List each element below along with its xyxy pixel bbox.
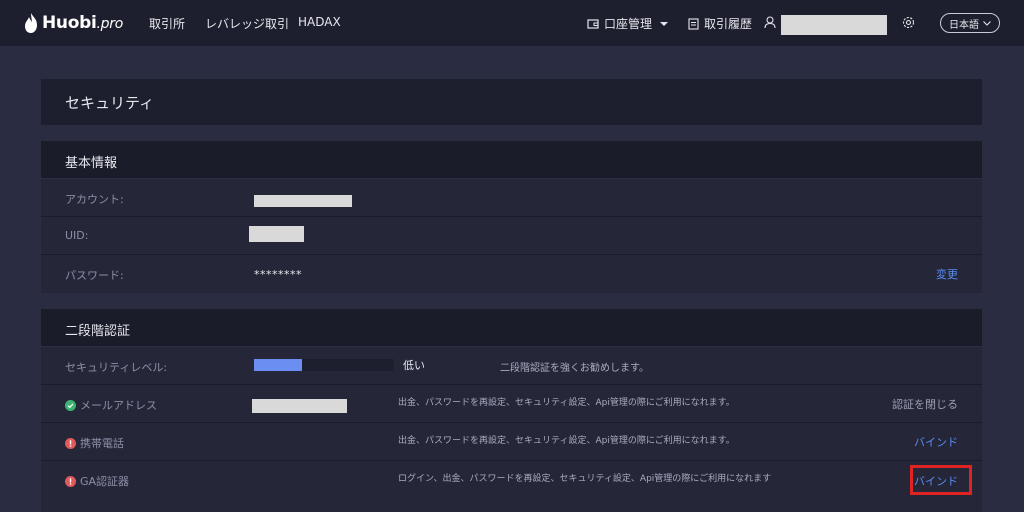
account-menu-label: 口座管理 xyxy=(604,17,653,31)
account-menu[interactable]: 口座管理 xyxy=(587,15,673,32)
uid-row: UID: xyxy=(41,217,982,255)
account-label: アカウント: xyxy=(65,193,124,206)
basic-info-body: アカウント: UID: パスワード: ******** 変更 xyxy=(41,179,982,293)
logo-main-text: Huobi xyxy=(42,13,97,33)
document-icon xyxy=(688,17,699,30)
email-description: 出金、パスワードを再設定、セキュリティ設定、Api管理の際にご利用になれます。 xyxy=(398,398,735,408)
language-label: 日本語 xyxy=(949,19,979,31)
flame-logo-icon xyxy=(25,13,37,33)
phone-description: 出金、パスワードを再設定、セキュリティ設定、Api管理の際にご利用になれます。 xyxy=(398,436,735,446)
account-row: アカウント: xyxy=(41,179,982,217)
two-factor-panel: 二段階認証 セキュリティレベル: 低い 二段階認証を強くお勧めします。 メールア… xyxy=(41,309,982,512)
ga-row: GA認証器 ログイン、出金、パスワードを再設定、セキュリティ設定、Api管理の際… xyxy=(41,461,982,512)
gear-icon[interactable] xyxy=(902,16,915,29)
caret-down-icon xyxy=(660,21,669,26)
page-title: セキュリティ xyxy=(65,94,155,112)
top-navbar: Huobi.pro 取引所 レバレッジ取引 HADAX 口座管理 取引履歴 日本… xyxy=(0,0,1024,46)
security-level-hint: 二段階認証を強くお勧めします。 xyxy=(500,363,649,374)
ga-description: ログイン、出金、パスワードを再設定、セキュリティ設定、Api管理の際にご利用にな… xyxy=(398,474,772,484)
password-label: パスワード: xyxy=(65,269,124,282)
change-password-link[interactable]: 変更 xyxy=(936,266,958,282)
check-circle-icon xyxy=(65,399,76,411)
uid-value-redacted xyxy=(249,226,304,242)
logo-suffix-text: .pro xyxy=(96,16,124,32)
basic-info-title: 基本情報 xyxy=(65,156,118,171)
huobi-logo[interactable]: Huobi.pro xyxy=(24,10,123,36)
two-factor-title: 二段階認証 xyxy=(65,324,131,339)
security-level-text: 低い xyxy=(403,359,425,372)
user-icon[interactable] xyxy=(764,16,776,29)
password-value: ******** xyxy=(254,268,302,281)
bind-phone-button[interactable]: バインド xyxy=(914,434,958,450)
chevron-down-icon xyxy=(983,20,991,26)
password-row: パスワード: ******** 変更 xyxy=(41,255,982,293)
logo-text: Huobi.pro xyxy=(42,13,123,33)
security-title-panel: セキュリティ xyxy=(41,79,982,125)
basic-info-panel: 基本情報 アカウント: UID: パスワード: ******** 変更 xyxy=(41,141,982,293)
security-level-bar xyxy=(254,359,394,371)
basic-info-header: 基本情報 xyxy=(41,141,982,179)
phone-label: 携帯電話 xyxy=(80,437,124,450)
security-level-label: セキュリティレベル: xyxy=(65,361,168,374)
nav-exchange[interactable]: 取引所 xyxy=(149,15,185,32)
two-factor-header: 二段階認証 xyxy=(41,309,982,347)
account-value-redacted xyxy=(254,195,352,207)
order-history-link[interactable]: 取引履歴 xyxy=(688,15,752,32)
order-history-label: 取引履歴 xyxy=(704,17,753,31)
nav-margin-trading[interactable]: レバレッジ取引 xyxy=(205,15,289,32)
wallet-icon xyxy=(587,18,599,29)
bind-ga-button[interactable]: バインド xyxy=(914,473,958,489)
disable-email-auth-link[interactable]: 認証を閉じる xyxy=(892,396,958,412)
alert-circle-icon xyxy=(65,437,76,449)
nav-hadax[interactable]: HADAX xyxy=(298,15,341,29)
phone-row: 携帯電話 出金、パスワードを再設定、セキュリティ設定、Api管理の際にご利用にな… xyxy=(41,423,982,461)
two-factor-body: セキュリティレベル: 低い 二段階認証を強くお勧めします。 メールアドレス 出金… xyxy=(41,347,982,512)
email-value-redacted xyxy=(252,399,347,413)
language-selector[interactable]: 日本語 xyxy=(940,13,1000,33)
ga-label: GA認証器 xyxy=(80,475,130,488)
email-row: メールアドレス 出金、パスワードを再設定、セキュリティ設定、Api管理の際にご利… xyxy=(41,385,982,423)
ga-label-group: GA認証器 xyxy=(65,473,129,489)
email-label: メールアドレス xyxy=(80,399,157,412)
email-label-group: メールアドレス xyxy=(65,397,157,413)
username-redacted xyxy=(781,15,887,35)
phone-label-group: 携帯電話 xyxy=(65,435,124,451)
alert-circle-icon xyxy=(65,475,76,487)
uid-label: UID: xyxy=(65,229,89,242)
security-level-row: セキュリティレベル: 低い 二段階認証を強くお勧めします。 xyxy=(41,347,982,385)
security-level-fill xyxy=(254,359,302,371)
